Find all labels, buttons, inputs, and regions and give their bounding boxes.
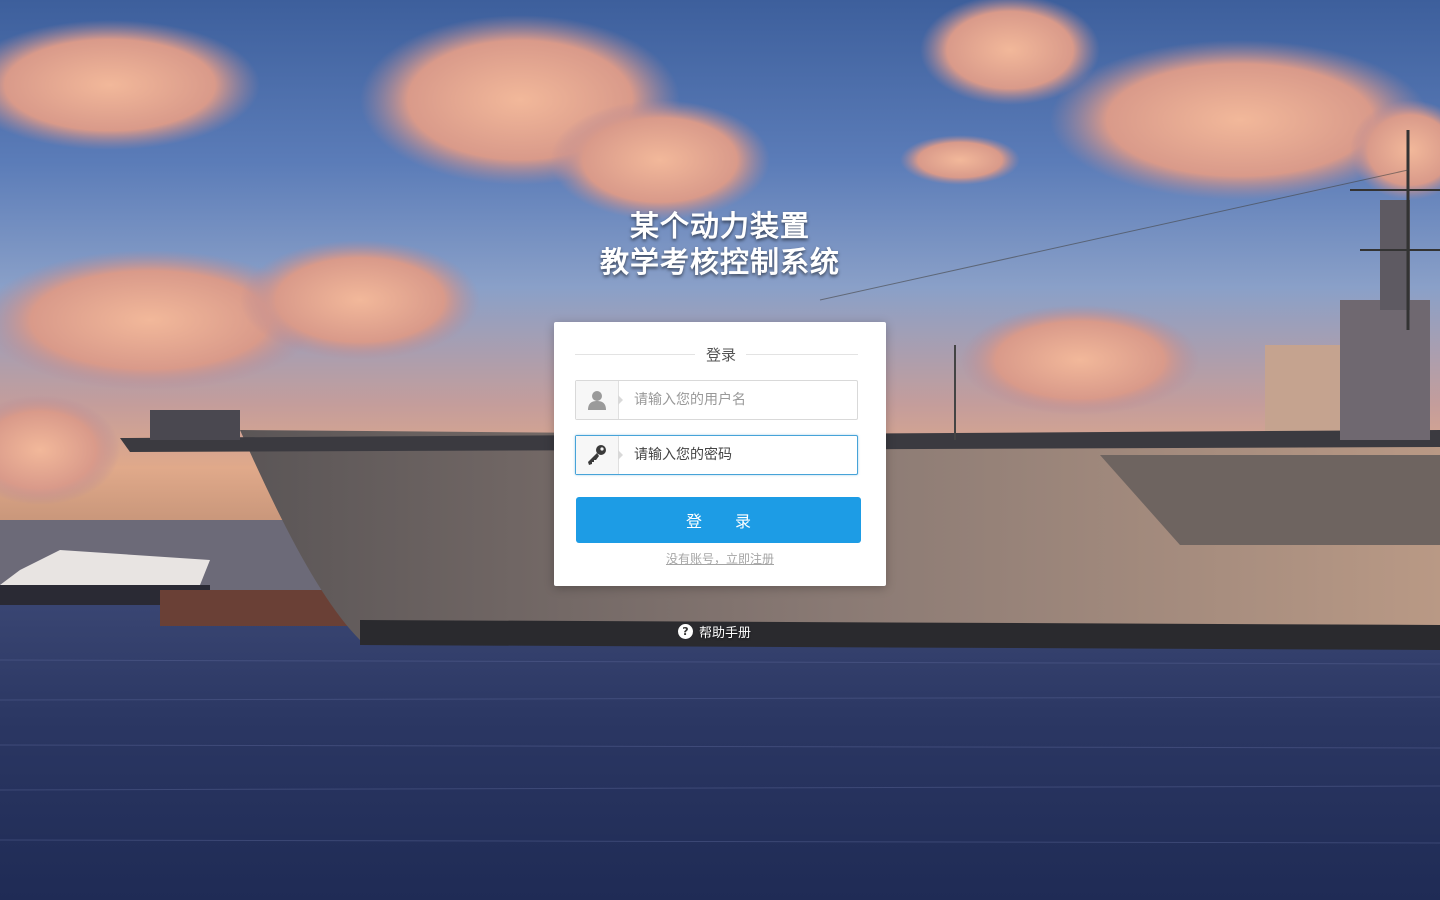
header-divider-right [746, 354, 858, 355]
question-circle-icon: ? [678, 623, 693, 639]
password-field [575, 435, 858, 475]
help-manual-link[interactable]: ? 帮助手册 [678, 621, 751, 641]
register-link[interactable]: 没有账号，立即注册 [554, 550, 886, 567]
username-input[interactable] [634, 389, 844, 411]
password-icon-box [576, 436, 619, 474]
username-field [575, 380, 858, 420]
username-field-arrow [618, 395, 623, 405]
password-input[interactable] [634, 444, 844, 466]
header-divider-left [575, 354, 695, 355]
login-page: 某个动力装置 教学考核控制系统 登录 请输入您的用户名 登 录 没有账号，立即注… [0, 0, 1440, 900]
login-panel-title: 登录 [705, 346, 736, 364]
help-manual-label: 帮助手册 [699, 625, 752, 641]
system-title-line-2: 教学考核控制系统 [599, 245, 840, 279]
key-icon [588, 445, 606, 465]
user-icon [588, 391, 606, 410]
password-field-arrow [618, 450, 623, 460]
system-title-line-1: 某个动力装置 [629, 209, 810, 243]
login-panel-header: 登录 [575, 344, 858, 366]
username-icon-box [576, 381, 619, 419]
login-button[interactable]: 登 录 [576, 497, 861, 543]
login-panel: 登录 登 录 没有 [554, 322, 886, 586]
